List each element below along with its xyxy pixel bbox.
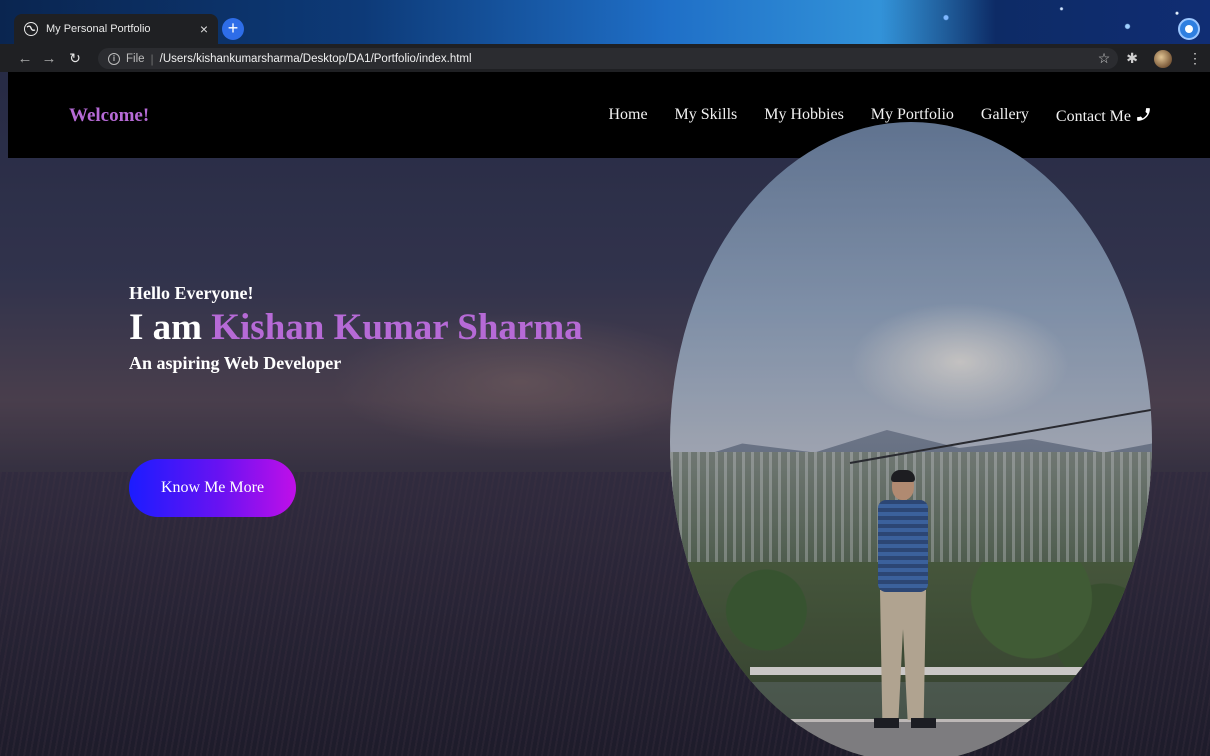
- nav-link-home[interactable]: Home: [608, 106, 647, 128]
- brand-logo[interactable]: Welcome!: [69, 105, 149, 127]
- url-text[interactable]: /Users/kishankumarsharma/Desktop/DA1/Por…: [160, 53, 472, 65]
- tab-close-icon[interactable]: ×: [200, 22, 208, 36]
- know-me-more-button[interactable]: Know Me More: [129, 459, 296, 517]
- browser-tab[interactable]: My Personal Portfolio ×: [14, 14, 218, 44]
- profile-avatar-icon[interactable]: [1154, 49, 1172, 68]
- forward-arrow-icon[interactable]: →: [38, 50, 60, 67]
- tab-title: My Personal Portfolio: [46, 23, 151, 35]
- extensions-icon[interactable]: ✱: [1126, 50, 1138, 67]
- star-icon[interactable]: ☆: [1098, 50, 1111, 67]
- globe-icon: [24, 22, 38, 36]
- url-scheme: File: [126, 52, 145, 65]
- hero-greeting: Hello Everyone!: [129, 283, 254, 303]
- toolbar-actions: ☆ ✱ ⋮: [1098, 48, 1202, 69]
- browser-chrome: My Personal Portfolio × + ← → ↻ i File |…: [0, 0, 1210, 72]
- url-separator: |: [150, 51, 154, 66]
- hero-heading-prefix: I am: [129, 307, 212, 348]
- theme-decoration: [880, 0, 1210, 44]
- browser-profile-icon[interactable]: [1178, 18, 1200, 40]
- hero-tagline: An aspiring Web Developer: [129, 353, 342, 373]
- new-tab-button[interactable]: +: [222, 18, 244, 40]
- hero-name: Kishan Kumar Sharma: [211, 307, 583, 348]
- address-bar[interactable]: i File | /Users/kishankumarsharma/Deskto…: [98, 48, 1118, 69]
- back-arrow-icon[interactable]: ←: [14, 50, 36, 67]
- info-icon[interactable]: i: [108, 52, 120, 65]
- profile-photo-oval: [670, 122, 1152, 756]
- menu-dots-icon[interactable]: ⋮: [1188, 50, 1202, 67]
- hero-heading: I am Kishan Kumar Sharma: [129, 306, 583, 349]
- reload-icon[interactable]: ↻: [64, 50, 86, 67]
